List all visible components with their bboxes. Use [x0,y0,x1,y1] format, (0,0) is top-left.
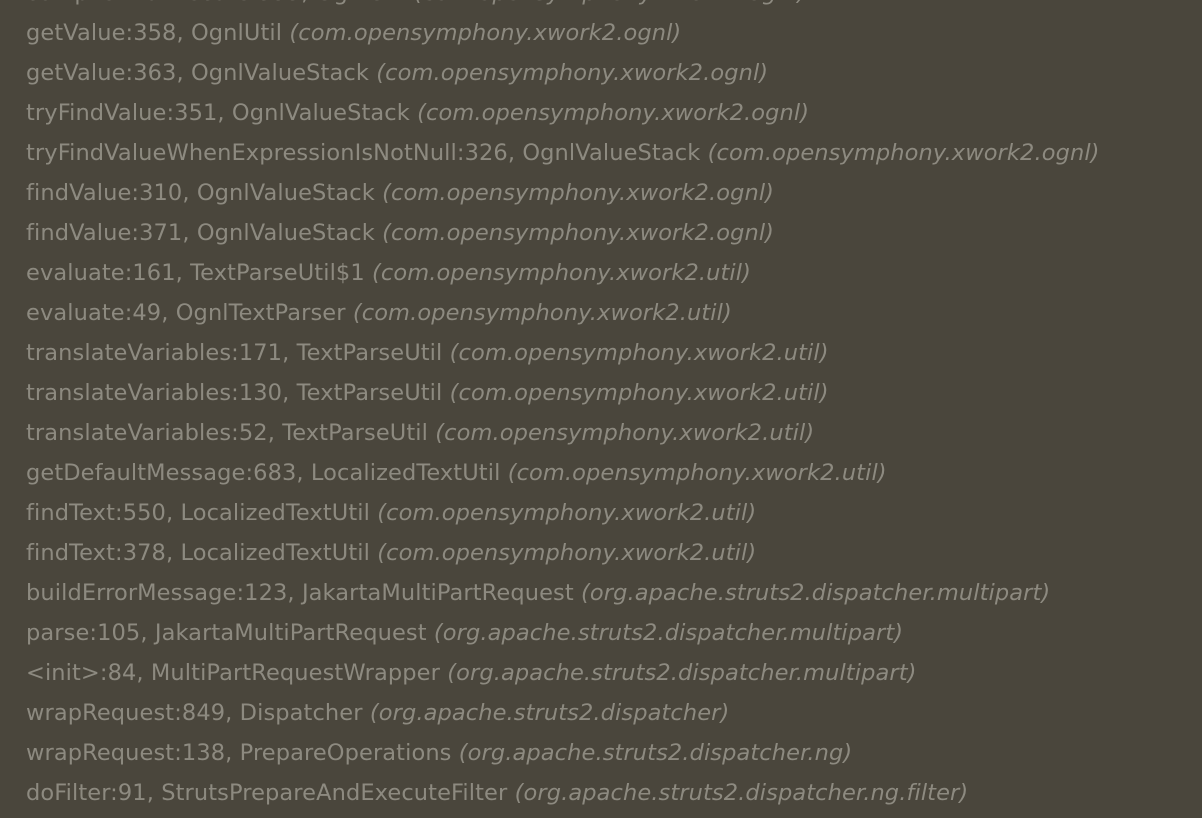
frame-package: (org.apache.struts2.dispatcher.ng) [458,740,853,766]
frame-class: OgnlValueStack [522,140,701,166]
frame-package: (org.apache.struts2.dispatcher.multipart… [447,660,917,686]
frame-package: (com.opensymphony.xwork2.ognl) [376,60,769,86]
frame-class: TextParseUtil$1 [190,260,365,286]
frame-method: translateVariables:171 [26,340,283,366]
frame-class: TextParseUtil [296,340,443,366]
stack-frame-row[interactable]: getValue:358, OgnlUtil (com.opensymphony… [0,13,1202,53]
frame-class: OgnlUtil [190,20,283,46]
stack-frame-row[interactable]: wrapRequest:138, PrepareOperations (org.… [0,733,1202,773]
stack-frame-row[interactable]: tryFindValueWhenExpressionIsNotNull:326,… [0,133,1202,173]
frame-package: (com.opensymphony.xwork2.util) [507,460,887,486]
frame-package: (com.opensymphony.xwork2.util) [435,420,815,446]
frame-class: OgnlValueStack [196,180,375,206]
frame-class: TextParseUtil [282,420,428,446]
frame-method: doFilter:91 [26,780,147,806]
frame-package: (org.apache.struts2.dispatcher.multipart… [433,620,904,646]
frame-package: (com.opensymphony.xwork2.util) [377,540,757,566]
frame-method: findValue:310 [26,180,183,206]
frame-class: StrutsPrepareAndExecuteFilter [161,780,508,806]
frame-method: evaluate:49 [26,300,162,326]
frame-package: (com.opensymphony.xwork2.ognl) [289,20,682,46]
frame-package: (com.opensymphony.xwork2.ognl) [382,180,775,206]
debugger-frames-panel: compileAndExecute:999, OgnlUtil (com.ope… [0,0,1202,818]
stack-frame-row[interactable]: wrapRequest:849, Dispatcher (org.apache.… [0,693,1202,733]
frame-method: translateVariables:52 [26,420,268,446]
stack-frame-row[interactable]: findValue:310, OgnlValueStack (com.opens… [0,173,1202,213]
stack-frame-row[interactable]: buildErrorMessage:123, JakartaMultiPartR… [0,573,1202,613]
stack-frame-row[interactable]: doFilter:91, StrutsPrepareAndExecuteFilt… [0,773,1202,813]
frame-method: translateVariables:130 [26,380,283,406]
frame-package: (org.apache.struts2.dispatcher) [369,700,730,726]
frame-class: OgnlUtil [316,0,407,6]
frame-package: (com.opensymphony.xwork2.util) [352,300,732,326]
stack-frame-row[interactable]: tryFindValue:351, OgnlValueStack (com.op… [0,93,1202,133]
stack-frame-row[interactable]: evaluate:49, OgnlTextParser (com.opensym… [0,293,1202,333]
frame-package: (com.opensymphony.xwork2.ognl) [417,100,810,126]
frame-class: OgnlValueStack [196,220,375,246]
frame-class: JakartaMultiPartRequest [154,620,427,646]
frame-method: evaluate:161 [26,260,176,286]
frame-method: tryFindValueWhenExpressionIsNotNull:326 [26,140,508,166]
frame-method: findValue:371 [26,220,183,246]
frame-package: (com.opensymphony.xwork2.ognl) [414,0,806,6]
frame-class: PrepareOperations [239,740,452,766]
frame-class: Dispatcher [239,700,363,726]
frame-class: JakartaMultiPartRequest [301,580,574,606]
stack-frame-row[interactable]: findText:550, LocalizedTextUtil (com.ope… [0,493,1202,533]
frame-method: getValue:358 [26,20,177,46]
frame-class: LocalizedTextUtil [180,540,370,566]
frame-class: LocalizedTextUtil [180,500,370,526]
stack-frame-row[interactable]: parse:105, JakartaMultiPartRequest (org.… [0,613,1202,653]
stack-frame-row[interactable]: compileAndExecute:999, OgnlUtil (com.ope… [0,0,1202,13]
stack-frame-row[interactable]: translateVariables:52, TextParseUtil (co… [0,413,1202,453]
stack-frame-row[interactable]: findValue:371, OgnlValueStack (com.opens… [0,213,1202,253]
stack-frame-row[interactable]: <init>:84, MultiPartRequestWrapper (org.… [0,653,1202,693]
frame-package: (com.opensymphony.xwork2.util) [449,340,829,366]
stack-frame-row[interactable]: getDefaultMessage:683, LocalizedTextUtil… [0,453,1202,493]
stack-frame-row[interactable]: translateVariables:171, TextParseUtil (c… [0,333,1202,373]
frame-method: buildErrorMessage:123 [26,580,288,606]
frame-package: (org.apache.struts2.dispatcher.ng.filter… [514,780,969,806]
frame-class: OgnlTextParser [175,300,346,326]
stack-frame-list: compileAndExecute:999, OgnlUtil (com.ope… [0,0,1202,813]
frame-class: OgnlValueStack [231,100,410,126]
stack-frame-row[interactable]: findText:378, LocalizedTextUtil (com.ope… [0,533,1202,573]
frame-package: (com.opensymphony.xwork2.ognl) [382,220,775,246]
frame-method: getDefaultMessage:683 [26,460,297,486]
frame-method: wrapRequest:849 [26,700,226,726]
frame-package: (com.opensymphony.xwork2.util) [372,260,751,286]
frame-package: (com.opensymphony.xwork2.util) [377,500,757,526]
frame-package: (org.apache.struts2.dispatcher.multipart… [581,580,1051,606]
frame-method: tryFindValue:351 [26,100,218,126]
frame-method: parse:105 [26,620,141,646]
stack-frame-row[interactable]: translateVariables:130, TextParseUtil (c… [0,373,1202,413]
frame-package: (com.opensymphony.xwork2.ognl) [707,140,1100,166]
frame-method: getValue:363 [26,60,177,86]
frame-class: MultiPartRequestWrapper [150,660,440,686]
frame-method: compileAndExecute:999 [26,0,301,6]
stack-frame-row[interactable]: getValue:363, OgnlValueStack (com.opensy… [0,53,1202,93]
frame-method: findText:378 [26,540,166,566]
frame-class: LocalizedTextUtil [310,460,501,486]
stack-frame-row[interactable]: evaluate:161, TextParseUtil$1 (com.opens… [0,253,1202,293]
frame-method: wrapRequest:138 [26,740,226,766]
frame-method: findText:550 [26,500,166,526]
frame-class: TextParseUtil [296,380,443,406]
frame-package: (com.opensymphony.xwork2.util) [449,380,829,406]
frame-method: <init>:84 [26,660,137,686]
frame-class: OgnlValueStack [190,60,369,86]
